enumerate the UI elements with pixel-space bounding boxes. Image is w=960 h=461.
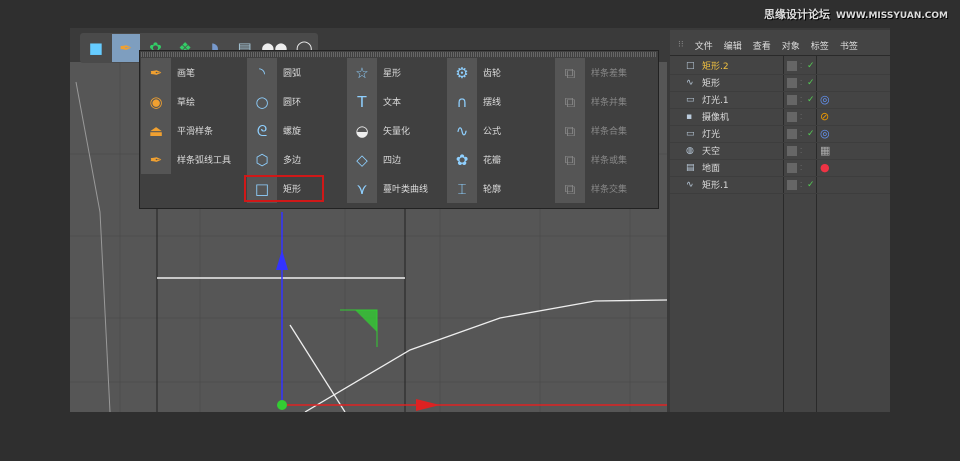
spline-curve xyxy=(304,299,667,412)
menu-item-pen[interactable]: ✒ 画笔 xyxy=(141,58,241,87)
profile-icon: ⌶ xyxy=(447,174,477,203)
sky-icon: ◍ xyxy=(686,145,694,156)
menu-item-sketch[interactable]: ◉ 草绘 xyxy=(141,87,241,116)
helix-icon: ᘓ xyxy=(247,116,277,145)
object-row[interactable]: ◍ 天空 ⁚ ▦ xyxy=(670,142,890,160)
4-side-icon: ◇ xyxy=(347,145,377,174)
watermark: 思缘设计论坛 WWW.MISSYUAN.COM xyxy=(763,8,948,21)
object-row[interactable]: ▪ 摄像机 ⁚ ⊘ xyxy=(670,108,890,126)
spline-icon: ∿ xyxy=(686,77,694,88)
protection-tag-icon[interactable]: ⊘ xyxy=(820,110,829,123)
spline-line xyxy=(289,324,346,412)
flower-icon: ✿ xyxy=(447,145,477,174)
pen-icon: ✒ xyxy=(141,58,171,87)
cycloid-icon: ∩ xyxy=(447,87,477,116)
enabled-check-icon[interactable]: ✓ xyxy=(807,180,815,190)
cube-icon[interactable]: ■ xyxy=(82,34,110,62)
menu-item-spline-arc-tool[interactable]: ✒ 样条弧线工具 xyxy=(141,145,251,174)
enabled-check-icon[interactable]: ✓ xyxy=(807,95,815,105)
menu-objects[interactable]: 对象 xyxy=(782,39,800,52)
y-axis-arrow xyxy=(276,250,288,270)
cogwheel-icon: ⚙ xyxy=(447,58,477,87)
menu-item-profile[interactable]: ⌶ 轮廓 xyxy=(447,174,547,203)
light-icon: ▭ xyxy=(686,94,695,105)
menu-item-circle[interactable]: ○ 圆环 xyxy=(247,87,347,116)
origin-handle xyxy=(277,400,287,410)
menu-item-spline-and[interactable]: ⧉ 样条合集 xyxy=(555,116,655,145)
object-row[interactable]: □ 矩形.2 ⁚ ✓ xyxy=(670,57,890,75)
polygon-icon: ⬡ xyxy=(247,145,277,174)
menu-tags[interactable]: 标签 xyxy=(811,39,829,52)
menu-item-polygon[interactable]: ⬡ 多边 xyxy=(247,145,347,174)
light-icon: ▭ xyxy=(686,128,695,139)
object-row[interactable]: ▤ 地面 ⁚ ● xyxy=(670,159,890,177)
menu-item-spline-subtract[interactable]: ⧉ 样条差集 xyxy=(555,58,655,87)
popup-grip[interactable] xyxy=(141,52,657,57)
grip-icon[interactable]: ⁝⁝ xyxy=(678,40,684,50)
menu-item-spline-union[interactable]: ⧉ 样条并集 xyxy=(555,87,655,116)
object-row[interactable]: ∿ 矩形 ⁚ ✓ xyxy=(670,74,890,92)
spline-union-icon: ⧉ xyxy=(555,87,585,116)
menu-item-cogwheel[interactable]: ⚙ 齿轮 xyxy=(447,58,547,87)
enabled-check-icon[interactable]: ✓ xyxy=(807,78,815,88)
object-manager-menu: ⁝⁝ 文件 编辑 查看 对象 标签 书签 xyxy=(670,35,890,56)
menu-item-4-side[interactable]: ◇ 四边 xyxy=(347,145,447,174)
spline-and-icon: ⧉ xyxy=(555,116,585,145)
object-row[interactable]: ▭ 灯光 ⁚ ✓ ◎ xyxy=(670,125,890,143)
spline-tools-popup: ✒ 画笔 ◉ 草绘 ⏏ 平滑样条 ✒ 样条弧线工具 ◝ 圆弧 ○ 圆环 ᘓ 螺旋 ⬡ 多边 □ 矩… xyxy=(139,50,659,209)
target-tag-icon[interactable]: ◎ xyxy=(820,127,830,140)
spline-intersect-icon: ⧉ xyxy=(555,174,585,203)
circle-icon: ○ xyxy=(247,87,277,116)
menu-item-vectorizer[interactable]: ◒ 矢量化 xyxy=(347,116,447,145)
menu-item-spline-or[interactable]: ⧉ 样条或集 xyxy=(555,145,655,174)
smooth-spline-icon: ⏏ xyxy=(141,116,171,145)
menu-item-star[interactable]: ☆ 星形 xyxy=(347,58,447,87)
menu-item-formula[interactable]: ∿ 公式 xyxy=(447,116,547,145)
menu-view[interactable]: 查看 xyxy=(753,39,771,52)
text-icon: T xyxy=(347,87,377,116)
x-axis-arrow xyxy=(416,399,440,411)
spline-curve xyxy=(75,81,111,412)
menu-edit[interactable]: 编辑 xyxy=(724,39,742,52)
menu-item-cissoid[interactable]: ⋎ 蔓叶类曲线 xyxy=(347,174,447,203)
enabled-check-icon[interactable]: ✓ xyxy=(807,129,815,139)
menu-item-rectangle[interactable]: □ 矩形 xyxy=(244,174,347,203)
cissoid-icon: ⋎ xyxy=(347,174,377,203)
pen-spline-icon[interactable]: ✒ xyxy=(111,34,140,62)
target-tag-icon[interactable]: ◎ xyxy=(820,93,830,106)
enabled-check-icon[interactable]: ✓ xyxy=(807,61,815,71)
spline-subtract-icon: ⧉ xyxy=(555,58,585,87)
menu-item-flower[interactable]: ✿ 花瓣 xyxy=(447,145,547,174)
menu-item-arc[interactable]: ◝ 圆弧 xyxy=(247,58,347,87)
camera-icon: ▪ xyxy=(686,111,693,122)
menu-item-text[interactable]: T 文本 xyxy=(347,87,447,116)
material-tag-icon[interactable]: ● xyxy=(820,161,830,174)
sketch-icon: ◉ xyxy=(141,87,171,116)
vectorizer-icon: ◒ xyxy=(347,116,377,145)
spline-icon: ∿ xyxy=(686,179,694,190)
spline-or-icon: ⧉ xyxy=(555,145,585,174)
object-manager: ⁝⁝ 文件 编辑 查看 对象 标签 书签 □ 矩形.2 ⁚ ✓ ∿ 矩形 ⁚ ✓ ▭ 灯光.1… xyxy=(670,30,890,412)
menu-file[interactable]: 文件 xyxy=(695,39,713,52)
object-row[interactable]: ∿ 矩形.1 ⁚ ✓ xyxy=(670,176,890,194)
material-tag-icon[interactable]: ▦ xyxy=(820,144,830,157)
formula-icon: ∿ xyxy=(447,116,477,145)
spline-arc-tool-icon: ✒ xyxy=(141,145,171,174)
menu-item-spline-intersect[interactable]: ⧉ 样条交集 xyxy=(555,174,655,203)
menu-item-cycloid[interactable]: ∩ 摆线 xyxy=(447,87,547,116)
menu-item-smooth-spline[interactable]: ⏏ 平滑样条 xyxy=(141,116,241,145)
star-icon: ☆ xyxy=(347,58,377,87)
menu-bookmarks[interactable]: 书签 xyxy=(840,39,858,52)
selection-highlight xyxy=(244,175,324,202)
rectangle-icon: □ xyxy=(686,60,695,71)
floor-icon: ▤ xyxy=(686,162,695,173)
menu-item-helix[interactable]: ᘓ 螺旋 xyxy=(247,116,347,145)
object-row[interactable]: ▭ 灯光.1 ⁚ ✓ ◎ xyxy=(670,91,890,109)
arc-icon: ◝ xyxy=(247,58,277,87)
